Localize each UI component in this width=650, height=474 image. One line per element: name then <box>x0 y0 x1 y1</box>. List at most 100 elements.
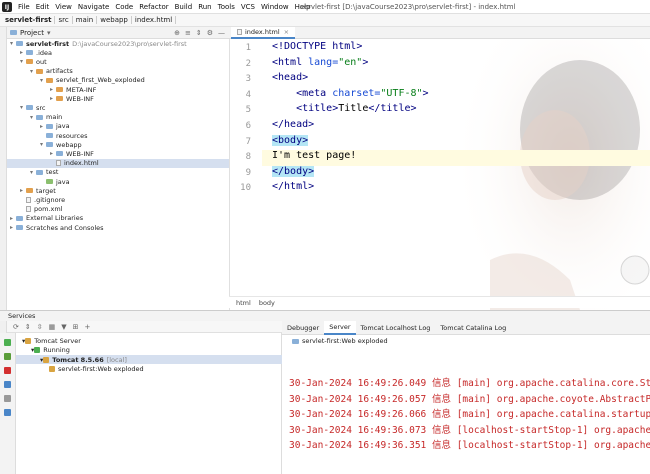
menu-item-run[interactable]: Run <box>195 3 214 11</box>
project-folder-icon <box>10 30 17 35</box>
code-line[interactable]: </html> <box>272 181 314 192</box>
code-line[interactable]: <meta charset="UTF-8"> <box>272 88 429 99</box>
menu-item-edit[interactable]: Edit <box>33 3 53 11</box>
html-file-icon <box>237 29 242 35</box>
service-item[interactable]: ▾ Tomcat 8.5.66 [local] <box>16 355 282 364</box>
gear-icon[interactable]: ⚙ <box>207 29 213 37</box>
debug-icon[interactable] <box>4 353 11 360</box>
editor-breadcrumb-item[interactable]: html <box>236 299 251 307</box>
code-line[interactable]: </head> <box>272 119 314 130</box>
tree-item[interactable]: pom.xml <box>20 205 63 214</box>
collapse-all-icon[interactable]: ⇳ <box>37 323 43 331</box>
code-line[interactable]: <html lang="en"> <box>272 57 368 68</box>
services-action-strip <box>0 333 16 474</box>
menu-item-refactor[interactable]: Refactor <box>136 3 171 11</box>
collapse-icon[interactable]: ≡ <box>185 29 191 37</box>
folder-icon <box>16 215 23 221</box>
menu-item-vcs[interactable]: VCS <box>238 3 258 11</box>
update-icon[interactable] <box>4 381 11 388</box>
tomcat-icon <box>43 356 50 363</box>
tree-item[interactable]: ▾ src <box>20 103 46 112</box>
tree-item[interactable]: ▾ webapp <box>40 140 82 149</box>
tomcat-icon <box>34 347 41 353</box>
code-line[interactable]: <head> <box>272 72 308 83</box>
expand-icon[interactable]: ⇕ <box>196 29 202 37</box>
tree-item[interactable]: ▾ servlet-first D:\javaCourse2023\pro\serv… <box>10 39 187 48</box>
service-item-label: Running <box>43 346 70 354</box>
tree-item[interactable]: ▾ main <box>30 113 62 122</box>
menu-item-file[interactable]: File <box>15 3 33 11</box>
tree-item-label: java <box>56 177 70 186</box>
menu-item-build[interactable]: Build <box>172 3 196 11</box>
tree-item[interactable]: .gitignore <box>20 195 65 204</box>
tree-item[interactable]: ▸ WEB-INF <box>50 94 94 103</box>
tree-item[interactable]: ▸ META-INF <box>50 85 96 94</box>
log-tabs: Debugger Server Tomcat Localhost Log Tomcat… <box>282 320 650 335</box>
service-item-label: Tomcat 8.5.66 <box>52 355 104 364</box>
window-title: servlet-first [D:\javaCourse2023\pro\ser… <box>300 3 516 11</box>
deploy-icon[interactable] <box>4 395 11 402</box>
log-line: 30-Jan-2024 16:49:36.351 信息 [localhost-s… <box>289 440 650 451</box>
tree-item[interactable]: index.html <box>7 158 229 168</box>
tree-item[interactable]: ▸ target <box>20 186 56 195</box>
tomcat-icon <box>25 337 32 344</box>
menu-item-tools[interactable]: Tools <box>215 3 238 11</box>
breadcrumb-item[interactable]: servlet-first <box>2 16 56 24</box>
add-icon[interactable]: + <box>85 323 91 331</box>
project-panel-title[interactable]: Project <box>20 29 44 37</box>
hide-icon[interactable]: — <box>218 29 225 37</box>
folder-icon <box>46 77 53 83</box>
code-line[interactable]: I'm test page! <box>272 150 356 161</box>
log-tab[interactable]: Tomcat Localhost Log <box>356 321 436 335</box>
group-icon[interactable]: ▦ <box>49 323 56 331</box>
log-tab[interactable]: Tomcat Catalina Log <box>435 321 511 335</box>
close-icon[interactable]: × <box>284 28 289 36</box>
tree-item[interactable]: ▾ out <box>20 57 47 66</box>
open-browser-icon[interactable] <box>4 409 11 416</box>
tree-item[interactable]: ▾ servlet_first_Web_exploded <box>40 76 145 85</box>
tree-item[interactable]: ▾ test <box>30 168 58 177</box>
tree-item[interactable]: resources <box>40 131 88 140</box>
menu-item-view[interactable]: View <box>52 3 75 11</box>
filter-icon[interactable]: ▼ <box>61 323 66 331</box>
menu-item-code[interactable]: Code <box>112 3 136 11</box>
breadcrumb-item[interactable]: main <box>73 16 98 24</box>
tree-item[interactable]: ▸ External Libraries <box>10 214 83 223</box>
services-tree[interactable]: ▾ Tomcat Server ▾ Running ▾ Tomcat 8.5.66[… <box>16 333 282 474</box>
deployment-row[interactable]: servlet-first:Web exploded <box>282 335 650 347</box>
menu-item-navigate[interactable]: Navigate <box>75 3 112 11</box>
folder-icon <box>36 169 43 175</box>
refresh-icon[interactable]: ⟳ <box>13 323 19 331</box>
log-tab[interactable]: Debugger <box>282 321 324 335</box>
run-icon[interactable] <box>4 339 11 346</box>
tree-item[interactable]: ▾ artifacts <box>30 67 73 76</box>
log-tab[interactable]: Server <box>324 320 356 335</box>
tab-index-html[interactable]: index.html × <box>231 27 296 39</box>
folder-icon <box>26 105 33 111</box>
code-line[interactable]: <body> <box>272 134 309 146</box>
tree-item[interactable]: ▸ Scratches and Consoles <box>10 223 104 232</box>
service-item[interactable]: servlet-first:Web exploded <box>49 365 144 374</box>
tree-item[interactable]: ▸ WEB-INF <box>50 149 94 158</box>
locate-icon[interactable]: ⊕ <box>174 29 180 37</box>
editor-breadcrumb-item[interactable]: body <box>259 299 275 307</box>
line-number: 3 <box>245 74 251 85</box>
project-tree[interactable]: ▾ servlet-first D:\javaCourse2023\pro\serv… <box>7 39 229 309</box>
breadcrumb-item[interactable]: index.html <box>132 16 177 24</box>
breadcrumb-item[interactable]: webapp <box>97 16 132 24</box>
expand-all-icon[interactable]: ⇕ <box>25 323 31 331</box>
service-item[interactable]: ▾ Running <box>31 346 70 355</box>
code-line[interactable]: <!DOCTYPE html> <box>272 41 362 52</box>
code-line[interactable]: </body> <box>272 165 315 177</box>
chevron-down-icon[interactable]: ▾ <box>47 29 51 37</box>
tree-item[interactable]: java <box>40 177 70 186</box>
layout-icon[interactable]: ⊞ <box>73 323 79 331</box>
tree-item[interactable]: ▸ java <box>40 122 70 131</box>
breadcrumb-item[interactable]: src <box>55 16 73 24</box>
code-line[interactable]: <title>Title</title> <box>272 103 416 114</box>
stop-icon[interactable] <box>4 367 11 374</box>
menu-item-window[interactable]: Window <box>258 3 292 11</box>
tree-item[interactable]: ▸ .idea <box>20 48 52 57</box>
service-item[interactable]: ▾ Tomcat Server <box>22 336 81 345</box>
server-log-output[interactable]: 30-Jan-2024 16:49:26.049 信息 [main] org.a… <box>282 347 650 474</box>
